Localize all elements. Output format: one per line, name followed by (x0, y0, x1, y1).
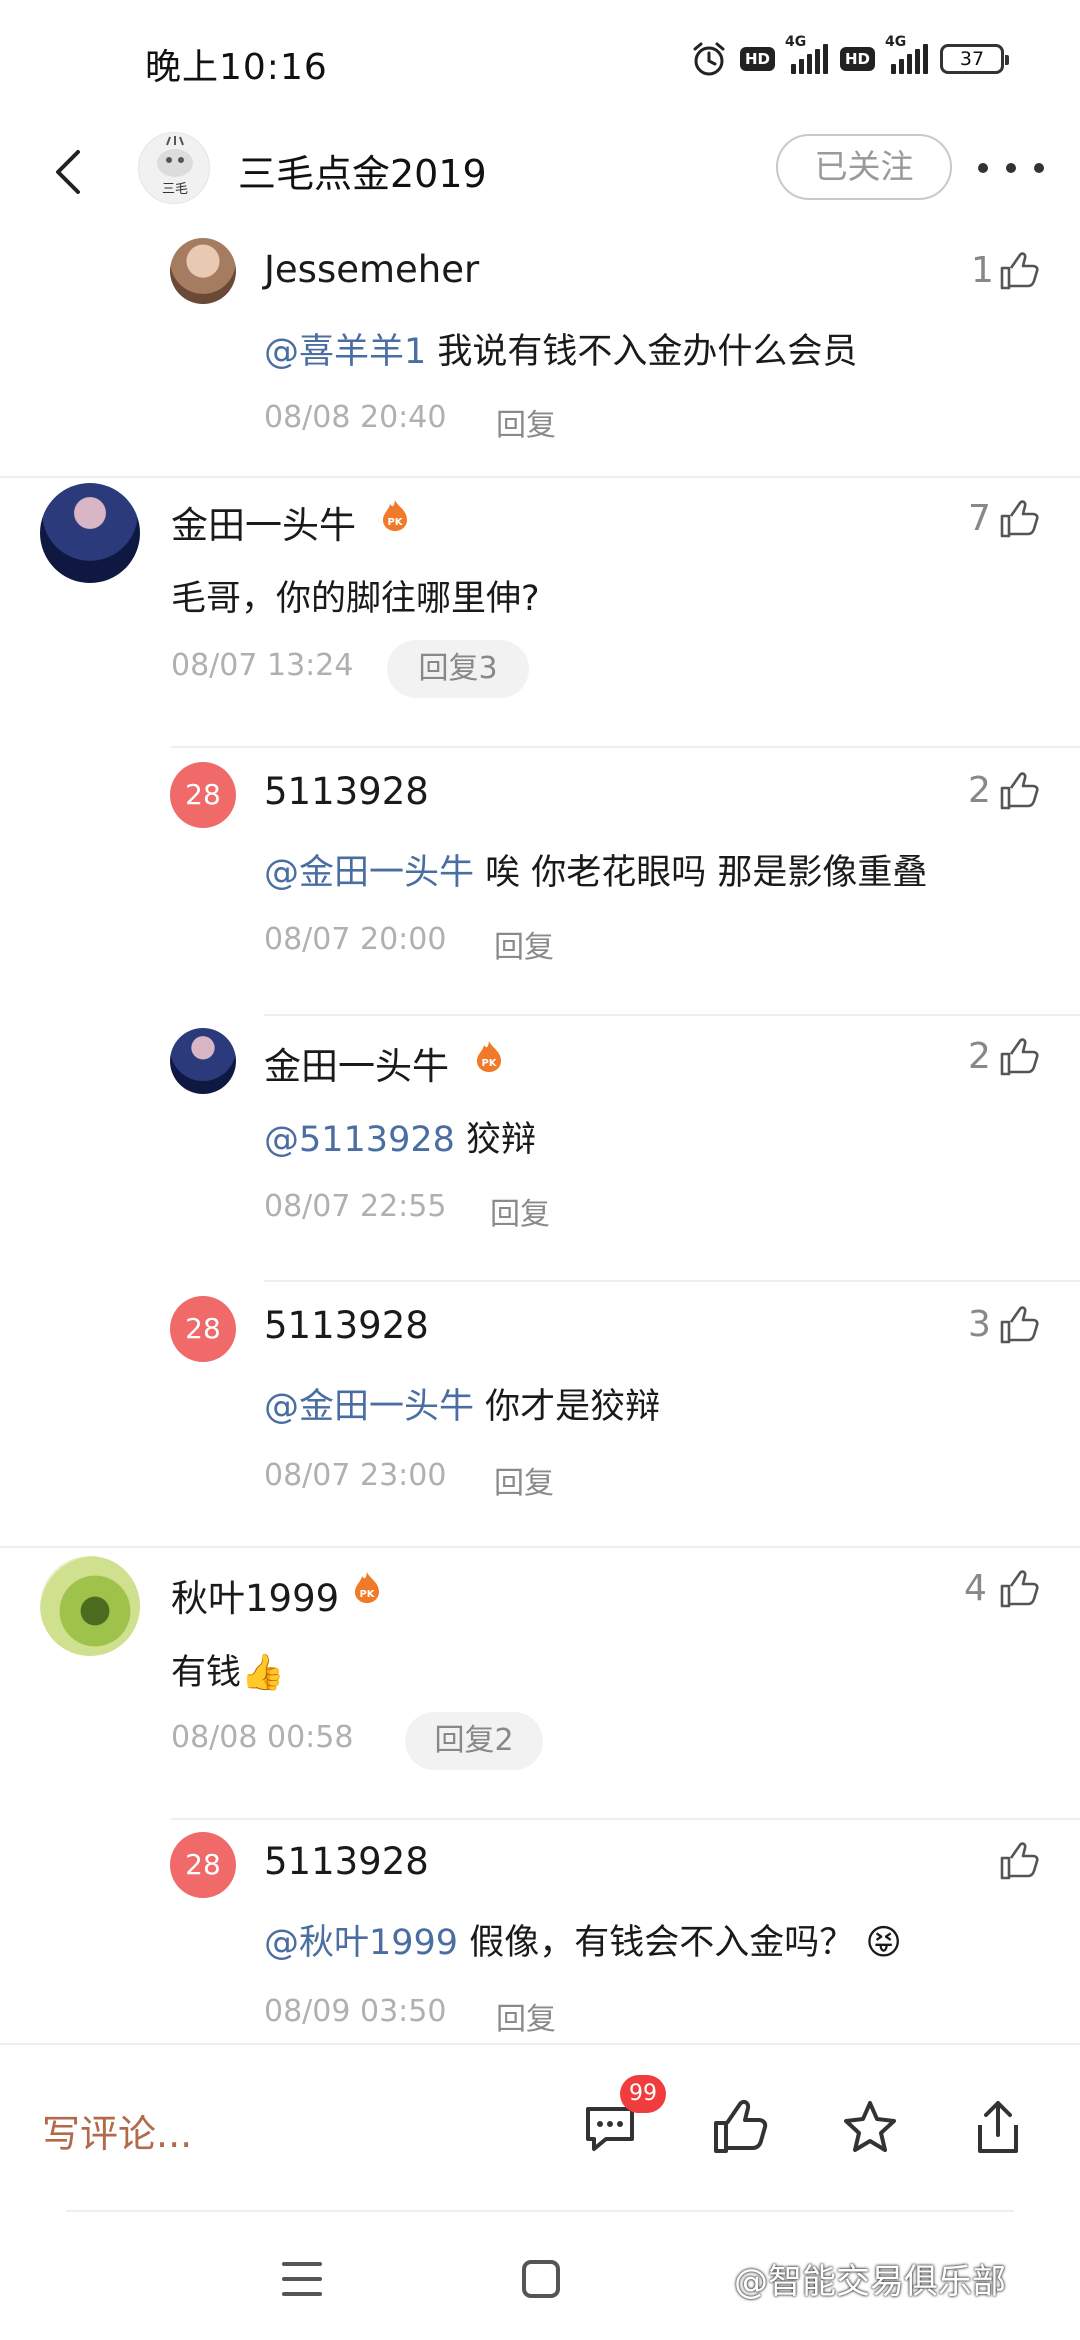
reply-button[interactable]: 回复 (494, 1458, 554, 1502)
like-count: 7 (968, 498, 991, 539)
mention-link[interactable]: @金田一头牛 (264, 853, 474, 893)
comment-timestamp: 08/07 13:24 (171, 648, 354, 683)
comment-reply: 金田一头牛 PK 2 @5113928 狡辩 08/07 22:55 回复 (0, 1016, 1080, 1276)
status-time: 晚上10:16 (145, 47, 328, 88)
user-level-avatar[interactable]: 28 (170, 1296, 236, 1362)
like-icon[interactable] (708, 2095, 772, 2159)
bottom-action-bar: 写评论... 99 (0, 2043, 1080, 2213)
comment-reply: 28 5113928 3 @金田一头牛 你才是狡辩 08/07 23:00 回复 (0, 1282, 1080, 1542)
signal-icon: 4G (785, 34, 828, 74)
hd-icon: HD (739, 47, 775, 71)
signal-icon: 4G (885, 34, 928, 74)
like-count: 3 (968, 1304, 991, 1345)
mention-link[interactable]: @喜羊羊1 (264, 332, 426, 372)
user-avatar[interactable] (170, 238, 236, 304)
home-icon[interactable] (522, 2260, 560, 2298)
reply-button[interactable]: 回复 (490, 1189, 550, 1233)
comment-text: @金田一头牛 你才是狡辩 (264, 1378, 660, 1429)
network-type-label: 4G (784, 34, 807, 50)
pk-badge-icon: PK (477, 1041, 501, 1072)
comment-body: 假像，有钱会不入金吗？ 😝 (458, 1923, 902, 1963)
svg-text:PK: PK (387, 517, 403, 528)
comment-username[interactable]: 5113928 (264, 1840, 429, 1883)
comment-text: @秋叶1999 假像，有钱会不入金吗？ 😝 (264, 1914, 902, 1965)
alarm-icon (693, 42, 725, 76)
comment-body: 唉 你老花眼吗 那是影像重叠 (474, 853, 928, 893)
comment-username[interactable]: 5113928 (264, 1304, 429, 1347)
comment-text: @喜羊羊1 我说有钱不入金办什么会员 (264, 323, 857, 374)
comment-reply: 28 5113928 2 @金田一头牛 唉 你老花眼吗 那是影像重叠 08/07… (0, 748, 1080, 1008)
user-level-avatar[interactable]: 28 (170, 762, 236, 828)
user-avatar[interactable] (40, 483, 140, 583)
comment-count-badge: 99 (620, 2075, 666, 2113)
comment-reply: Jessemeher 1 @喜羊羊1 我说有钱不入金办什么会员 08/08 20… (0, 228, 1080, 478)
thumbs-up-icon[interactable] (998, 770, 1040, 812)
author-avatar[interactable]: 三毛 (138, 132, 210, 204)
thumbs-up-icon[interactable] (998, 250, 1040, 292)
network-type-label: 4G (885, 34, 907, 50)
user-avatar[interactable] (40, 1556, 140, 1656)
like-count: 2 (968, 1036, 991, 1077)
star-icon[interactable] (838, 2095, 902, 2159)
thumbs-up-icon[interactable] (998, 1568, 1040, 1610)
comment-reply: 28 5113928 @秋叶1999 假像，有钱会不入金吗？ 😝 08/09 0… (0, 1820, 1080, 2043)
thumbs-up-icon[interactable] (998, 1304, 1040, 1346)
comment-timestamp: 08/09 03:50 (264, 1994, 447, 2029)
mention-link[interactable]: @秋叶1999 (264, 1923, 458, 1963)
status-icons: HD 4G HD 4G 37 (690, 34, 1009, 78)
comment-text: 有钱👍 (171, 1653, 285, 1693)
status-bar: 晚上10:16 HD 4G HD 4G 37 (0, 0, 1080, 128)
author-name[interactable]: 三毛点金2019 (238, 143, 487, 198)
comment-timestamp: 08/07 20:00 (264, 922, 447, 957)
mention-link[interactable]: @金田一头牛 (264, 1387, 474, 1427)
view-replies-button[interactable]: 回复2 (405, 1712, 543, 1770)
comment-username[interactable]: 金田一头牛 (264, 1036, 449, 1090)
comment-body: 狡辩 (454, 1120, 537, 1160)
thumbs-up-icon[interactable] (998, 1036, 1040, 1078)
comment-body: 我说有钱不入金办什么会员 (426, 332, 858, 372)
svg-text:PK: PK (359, 1589, 375, 1600)
back-arrow-icon[interactable] (40, 142, 100, 202)
share-icon[interactable] (966, 2095, 1030, 2159)
system-navigation-bar: @智能交易俱乐部 (0, 2212, 1080, 2340)
like-count: 1 (971, 250, 994, 291)
pk-badge-icon: PK (355, 1572, 379, 1603)
follow-button[interactable]: 已关注 (776, 134, 952, 200)
comments-list: Jessemeher 1 @喜羊羊1 我说有钱不入金办什么会员 08/08 20… (0, 228, 1080, 2043)
more-options-icon[interactable] (978, 148, 1044, 188)
reply-button[interactable]: 回复 (494, 922, 554, 966)
mention-link[interactable]: @5113928 (264, 1120, 455, 1160)
like-count: 2 (968, 770, 991, 811)
like-count: 4 (964, 1568, 987, 1609)
pk-badge-icon: PK (383, 500, 407, 531)
comment-text: @金田一头牛 唉 你老花眼吗 那是影像重叠 (264, 844, 927, 895)
comment-username[interactable]: 5113928 (264, 770, 429, 813)
comment-username[interactable]: 秋叶1999 (171, 1568, 339, 1622)
comment-timestamp: 08/07 22:55 (264, 1189, 447, 1224)
comment-timestamp: 08/08 20:40 (264, 400, 447, 435)
comment-timestamp: 08/07 23:00 (264, 1458, 447, 1493)
comment-username[interactable]: 金田一头牛 (171, 495, 356, 549)
user-level-avatar[interactable]: 28 (170, 1832, 236, 1898)
comment-text: 毛哥，你的脚往哪里伸? (171, 579, 540, 619)
header: 三毛 三毛点金2019 已关注 (0, 128, 1080, 228)
comment-text: @5113928 狡辩 (264, 1111, 536, 1162)
recent-apps-icon[interactable] (282, 2262, 322, 2296)
thumbs-up-icon[interactable] (998, 1840, 1040, 1882)
comment-item: 秋叶1999 PK 4 有钱👍 08/08 00:58 回复2 (0, 1548, 1080, 1848)
comment-body: 你才是狡辩 (474, 1387, 661, 1427)
thumbs-up-icon[interactable] (998, 498, 1040, 540)
reply-button[interactable]: 回复 (496, 400, 556, 444)
view-replies-button[interactable]: 回复3 (387, 640, 529, 698)
author-avatar-text: 三毛 (162, 182, 188, 197)
battery-icon: 37 (940, 44, 1009, 74)
user-avatar[interactable] (170, 1028, 236, 1094)
hd-icon: HD (839, 47, 875, 71)
write-comment-input[interactable]: 写评论... (42, 2103, 192, 2158)
comment-username[interactable]: Jessemeher (264, 248, 479, 291)
svg-text:PK: PK (481, 1058, 497, 1069)
watermark: @智能交易俱乐部 (734, 2262, 1006, 2302)
comment-timestamp: 08/08 00:58 (171, 1720, 354, 1755)
reply-button[interactable]: 回复 (496, 1994, 556, 2038)
